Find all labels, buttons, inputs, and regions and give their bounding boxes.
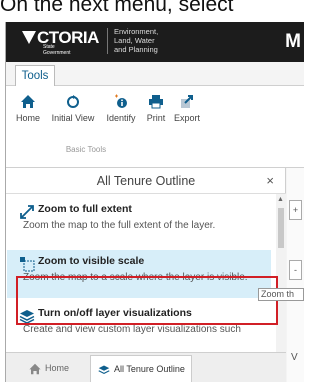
scrollbar-thumb[interactable]: [278, 208, 284, 248]
printer-icon: [149, 95, 163, 109]
initial-view-label: Initial View: [51, 113, 95, 123]
initial-view-button[interactable]: Initial View: [49, 94, 97, 123]
identify-button[interactable]: Identify: [104, 94, 138, 123]
refresh-icon: [67, 95, 79, 108]
department-line: and Planning: [114, 45, 158, 54]
map-partial-text: V: [291, 352, 298, 363]
item-description: Zoom the map to the full extent of the l…: [23, 220, 216, 231]
logo-subtext: State Government: [43, 44, 71, 56]
home-button[interactable]: Home: [14, 94, 42, 123]
export-button[interactable]: Export: [173, 94, 201, 123]
highlight-box: [16, 276, 278, 325]
bottom-tab-home[interactable]: Home: [28, 355, 69, 382]
zoom-in-button[interactable]: +: [289, 200, 302, 220]
ribbon-group-label: Basic Tools: [65, 145, 107, 154]
home-icon: [21, 95, 35, 108]
full-extent-icon: [20, 205, 34, 219]
bottom-tab-outline[interactable]: All Tenure Outline: [90, 355, 192, 382]
tab-tools[interactable]: Tools: [15, 65, 55, 87]
bottom-tab-home-label: Home: [45, 363, 70, 373]
tooltip: Zoom th: [258, 288, 304, 301]
app-header: CTORIA State Government Environment, Lan…: [6, 22, 304, 62]
zoom-out-button[interactable]: -: [289, 260, 302, 280]
logo-triangle-icon: [22, 31, 36, 44]
bottom-tab-outline-label: All Tenure Outline: [114, 364, 185, 374]
home-icon: [29, 363, 41, 374]
export-icon: [181, 95, 193, 108]
zoom-full-extent-item[interactable]: Zoom to full extent Zoom the map to the …: [7, 198, 271, 246]
department-name: Environment, Land, Water and Planning: [114, 27, 158, 54]
print-button[interactable]: Print: [144, 94, 168, 123]
instruction-caption: On the next menu, select: [0, 0, 234, 16]
ribbon-tabbar: Tools: [6, 62, 304, 87]
app-window: CTORIA State Government Environment, Lan…: [5, 22, 304, 382]
item-title: Zoom to visible scale: [38, 255, 145, 267]
panel-title: All Tenure Outline: [6, 168, 286, 194]
department-line: Land, Water: [114, 36, 155, 45]
layers-icon: [98, 365, 110, 374]
header-divider: [107, 28, 108, 54]
info-icon: [115, 94, 127, 108]
home-button-label: Home: [15, 113, 40, 123]
ribbon-toolbar: Home Initial View Identify Print Export …: [6, 86, 304, 168]
layer-options-panel: All Tenure Outline × Zoom to full extent…: [6, 168, 286, 382]
scroll-up-icon[interactable]: ▲: [277, 196, 284, 203]
print-label: Print: [146, 113, 166, 123]
close-icon[interactable]: ×: [266, 173, 274, 188]
app-title-partial: M: [285, 31, 301, 52]
item-title: Zoom to full extent: [38, 203, 132, 215]
department-line: Environment,: [114, 27, 159, 36]
visible-scale-icon: [20, 257, 35, 272]
bottom-tab-bar: Home All Tenure Outline: [6, 352, 286, 382]
export-label: Export: [173, 113, 200, 123]
identify-label: Identify: [106, 113, 136, 123]
